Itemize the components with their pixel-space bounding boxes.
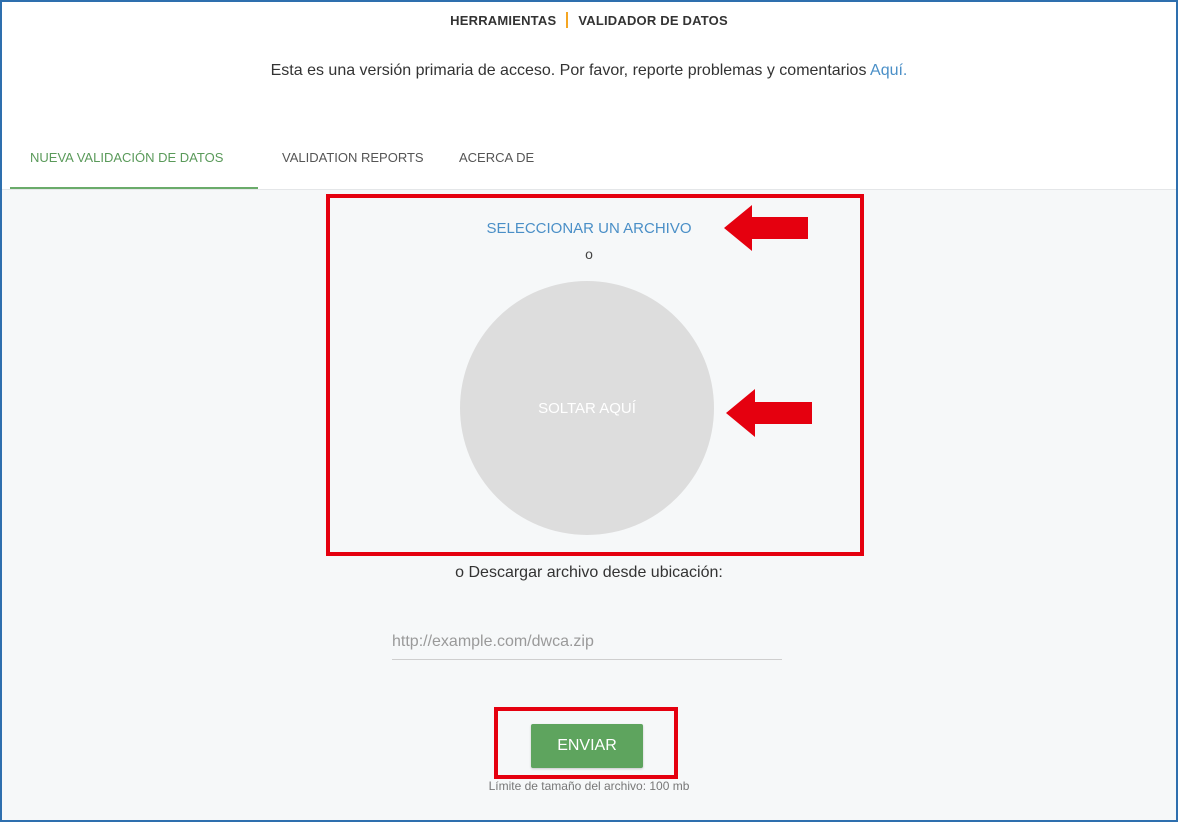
beta-notice: Esta es una versión primaria de acceso. …: [2, 62, 1176, 80]
breadcrumb: HERRAMIENTAS VALIDADOR DE DATOS: [2, 12, 1176, 28]
feedback-link[interactable]: Aquí.: [870, 62, 907, 79]
arrow-left-icon: [726, 389, 812, 437]
arrow-left-icon: [724, 205, 808, 251]
highlight-box-submit: [494, 707, 678, 779]
notice-text: Esta es una versión primaria de acceso. …: [270, 62, 871, 79]
breadcrumb-page: VALIDADOR DE DATOS: [578, 13, 728, 28]
url-input[interactable]: [392, 624, 782, 660]
tab-new-validation[interactable]: NUEVA VALIDACIÓN DE DATOS: [30, 150, 223, 188]
breadcrumb-section[interactable]: HERRAMIENTAS: [450, 13, 556, 28]
breadcrumb-separator: [566, 12, 569, 28]
tab-about[interactable]: ACERCA DE: [459, 150, 534, 188]
file-size-limit: Límite de tamaño del archivo: 100 mb: [488, 779, 690, 793]
tab-validation-reports[interactable]: VALIDATION REPORTS: [282, 150, 424, 188]
download-from-url-label: o Descargar archivo desde ubicación:: [455, 564, 723, 581]
